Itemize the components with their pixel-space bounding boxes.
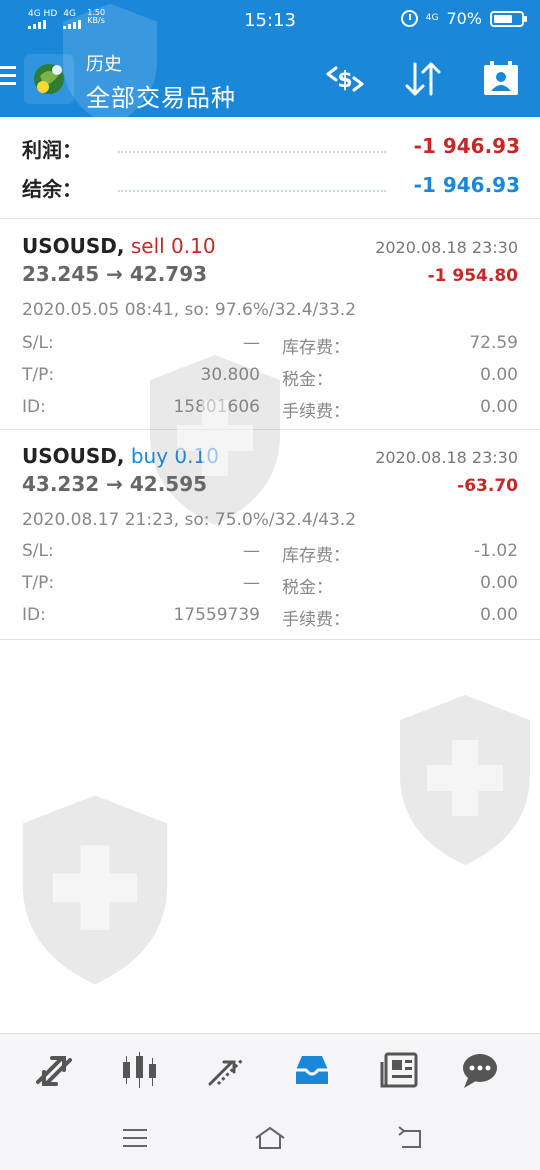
swap-label: 库存费：: [282, 546, 350, 566]
balance-row: 结余： -1 946.93: [22, 173, 520, 203]
sl-value: —: [243, 541, 260, 561]
trade-icon[interactable]: [204, 1048, 248, 1092]
close-time: 2020.08.18 23:30: [375, 448, 518, 467]
messages-icon[interactable]: [458, 1048, 502, 1092]
sort-icon[interactable]: [400, 56, 446, 102]
app-title[interactable]: 全部交易品种: [86, 78, 236, 113]
calendar-icon[interactable]: [478, 56, 524, 102]
id-row: ID: 15801606 手续费： 0.00: [22, 397, 518, 422]
trade-side: buy 0.10: [130, 444, 219, 468]
battery-icon: [490, 10, 527, 27]
balance-value: -1 946.93: [413, 173, 520, 197]
news-icon[interactable]: [378, 1048, 422, 1092]
history-icon[interactable]: [290, 1048, 334, 1092]
watermark-shield-icon: [400, 695, 530, 865]
close-time: 2020.08.18 23:30: [375, 238, 518, 257]
symbol-name: USOUSD,: [22, 234, 125, 258]
network-type: 4G: [425, 13, 439, 23]
status-bar: 4G HD 4G 1.50 KB/s 15:13 4G 70%: [0, 0, 540, 42]
alarm-icon: [400, 10, 418, 27]
sl-label: S/L:: [22, 541, 54, 561]
trade-symbol: USOUSD, buy 0.10: [22, 444, 219, 468]
menu-icon[interactable]: [118, 1123, 152, 1153]
fee-label: 手续费：: [282, 610, 350, 630]
back-icon[interactable]: [394, 1123, 428, 1153]
swap-value: 72.59: [469, 333, 518, 353]
tax-label: 税金：: [282, 370, 333, 390]
tax-value: 0.00: [480, 573, 518, 593]
home-icon[interactable]: [253, 1123, 287, 1153]
trade-profit: -1 954.80: [427, 266, 518, 286]
trade-meta: 2020.08.17 21:23, so: 75.0%/32.4/43.2: [22, 510, 357, 530]
sl-value: —: [243, 333, 260, 353]
dotted-leader: [118, 151, 386, 153]
app-bar: 历史 全部交易品种 $: [0, 42, 540, 117]
id-label: ID:: [22, 397, 46, 417]
trade-profit: -63.70: [457, 476, 518, 496]
app-subtitle: 历史: [86, 54, 122, 75]
tp-row: T/P: — 税金： 0.00: [22, 573, 518, 598]
symbol-name: USOUSD,: [22, 444, 125, 468]
sl-row: S/L: — 库存费： 72.59: [22, 333, 518, 358]
fee-label: 手续费：: [282, 402, 350, 422]
trade-row[interactable]: USOUSD, sell 0.10 2020.08.18 23:30 23.24…: [0, 220, 540, 430]
battery-percent: 70%: [446, 9, 482, 28]
trade-meta: 2020.05.05 08:41, so: 97.6%/32.4/33.2: [22, 300, 357, 320]
balance-label: 结余：: [22, 177, 82, 201]
swap-value: -1.02: [474, 541, 518, 561]
fee-value: 0.00: [480, 605, 518, 625]
trade-symbol: USOUSD, sell 0.10: [22, 234, 216, 258]
fee-value: 0.00: [480, 397, 518, 417]
tp-row: T/P: 30.800 税金： 0.00: [22, 365, 518, 390]
id-value: 15801606: [173, 397, 260, 417]
id-label: ID:: [22, 605, 46, 625]
sl-label: S/L:: [22, 333, 54, 353]
profit-value: -1 946.93: [413, 134, 520, 158]
tp-label: T/P:: [22, 573, 55, 593]
tp-value: —: [243, 573, 260, 593]
id-value: 17559739: [173, 605, 260, 625]
quotes-icon[interactable]: [32, 1048, 76, 1092]
open-close-prices: 23.245 → 42.793: [22, 262, 208, 286]
status-right: 4G 70%: [400, 9, 527, 28]
profit-row: 利润： -1 946.93: [22, 134, 520, 164]
id-row: ID: 17559739 手续费： 0.00: [22, 605, 518, 630]
svg-text:$: $: [337, 68, 352, 93]
menu-drawer-icon[interactable]: [0, 66, 16, 90]
open-close-prices: 43.232 → 42.595: [22, 472, 208, 496]
tp-label: T/P:: [22, 365, 55, 385]
sl-row: S/L: — 库存费： -1.02: [22, 541, 518, 566]
system-navigation: [0, 1105, 540, 1170]
swap-label: 库存费：: [282, 338, 350, 358]
watermark-shield-icon: [22, 795, 168, 985]
trade-side: sell 0.10: [130, 234, 216, 258]
tp-value: 30.800: [200, 365, 260, 385]
bottom-navigation: [0, 1033, 540, 1105]
tax-value: 0.00: [480, 365, 518, 385]
summary-panel: 利润： -1 946.93 结余： -1 946.93: [0, 117, 540, 219]
app-logo: [24, 54, 74, 104]
trade-row[interactable]: USOUSD, buy 0.10 2020.08.18 23:30 43.232…: [0, 430, 540, 640]
dotted-leader: [118, 190, 386, 192]
chart-icon[interactable]: [118, 1048, 162, 1092]
tax-label: 税金：: [282, 578, 333, 598]
currency-exchange-icon[interactable]: $: [322, 56, 368, 102]
profit-label: 利润：: [22, 138, 82, 162]
